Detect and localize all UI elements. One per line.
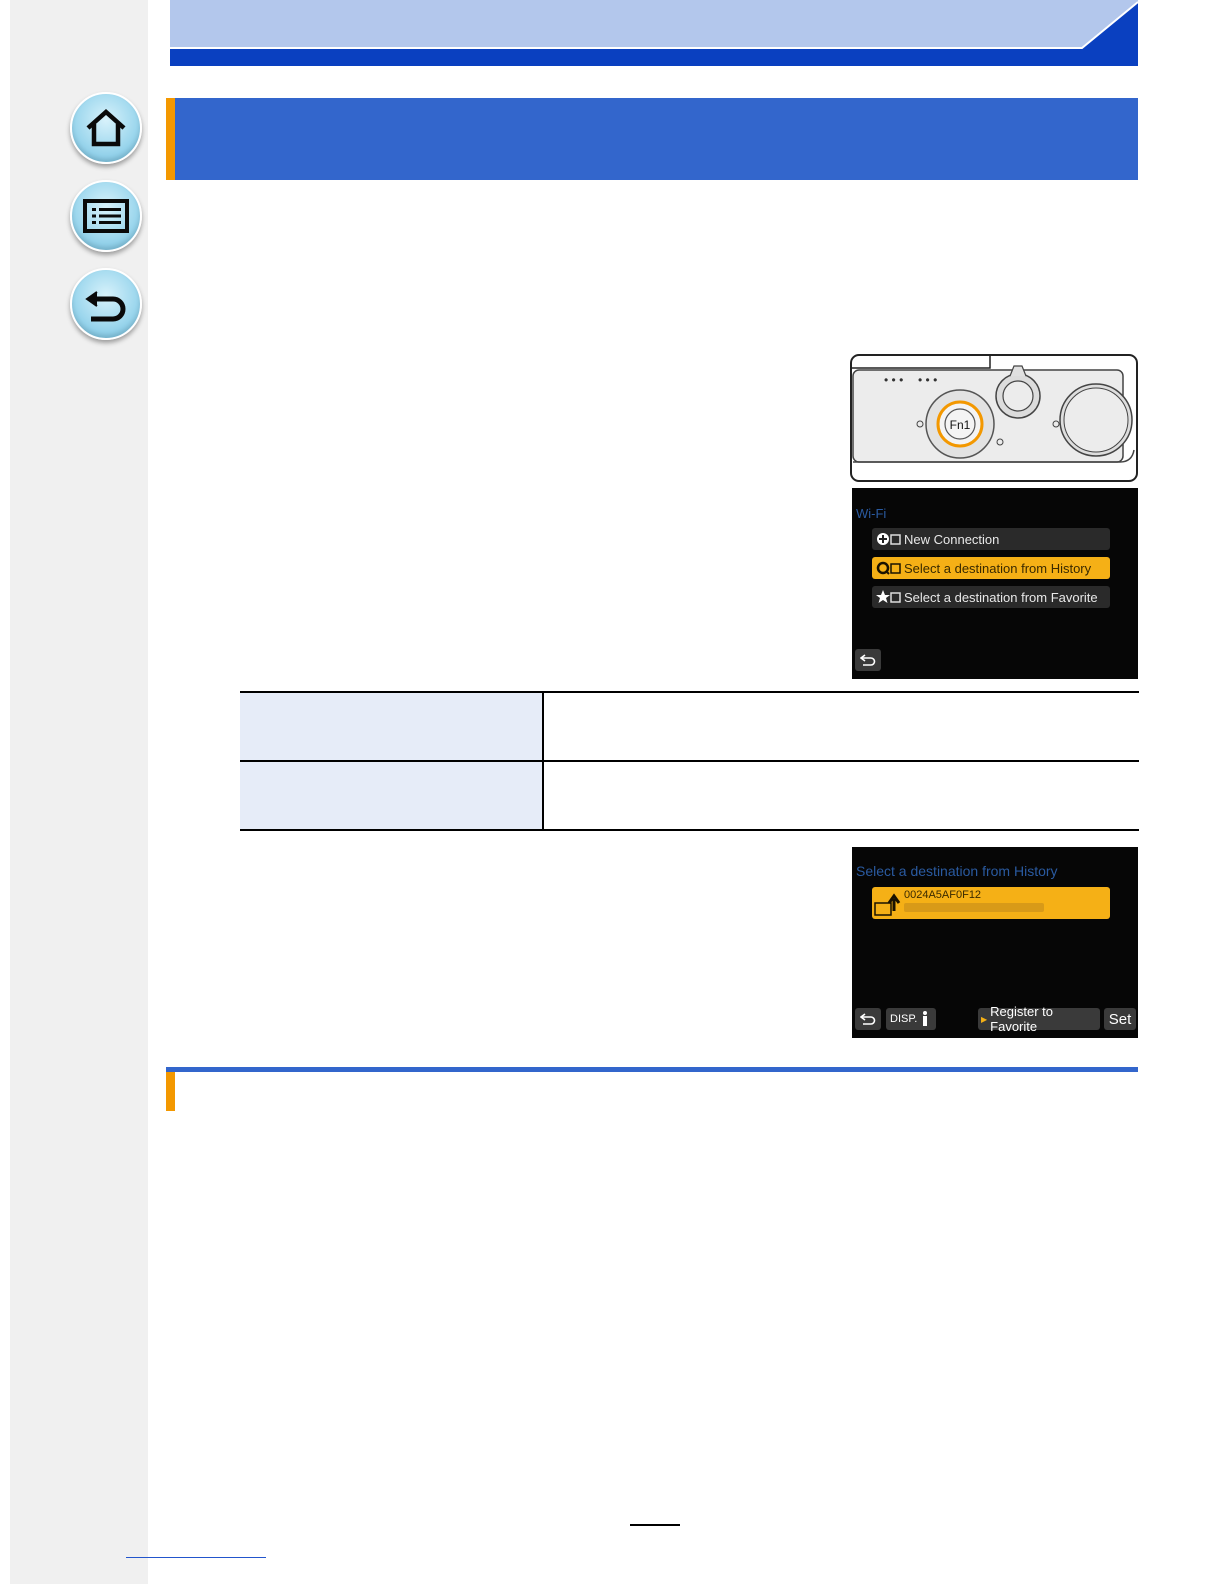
svg-text:• • •: • • • xyxy=(918,373,937,387)
menu-item-label: Select a destination from Favorite xyxy=(904,589,1098,605)
home-icon xyxy=(86,108,126,147)
return-arrow-icon xyxy=(860,654,876,666)
disp-info-button[interactable]: DISP. xyxy=(886,1008,936,1030)
return-arrow-icon xyxy=(860,1013,876,1025)
list-icon xyxy=(83,199,129,233)
history-title: Select a destination from History xyxy=(856,863,1058,879)
svg-text:• • •: • • • xyxy=(884,373,903,387)
footer-link-rule xyxy=(126,1557,266,1558)
upload-arrow-icon xyxy=(874,893,901,916)
wifi-menu-title: Wi-Fi xyxy=(856,506,887,521)
history-screen: Select a destination from History 0024A5… xyxy=(852,847,1138,1038)
back-button[interactable] xyxy=(70,268,142,340)
home-button[interactable] xyxy=(70,92,142,164)
history-back-button[interactable] xyxy=(855,1008,881,1030)
camera-illustration: • • • • • • Fn1 xyxy=(850,354,1138,482)
history-entry-detail-blurred xyxy=(904,903,1044,912)
history-entry-name: 0024A5AF0F12 xyxy=(904,889,982,901)
set-label: Set xyxy=(1108,1010,1132,1028)
sub-section-rule xyxy=(166,1067,1138,1072)
fn1-button-label: Fn1 xyxy=(950,418,971,432)
menu-item-favorite[interactable]: Select a destination from Favorite xyxy=(872,586,1110,608)
register-favorite-button[interactable]: ▶ Register to Favorite xyxy=(978,1004,1100,1034)
yellow-triangle-icon: ▶ xyxy=(981,1014,988,1024)
return-arrow-icon xyxy=(85,291,126,322)
table-row xyxy=(240,691,1139,762)
section-accent xyxy=(166,98,175,180)
page-number-rule xyxy=(630,1524,680,1526)
menu-item-new-connection[interactable]: New Connection xyxy=(872,528,1110,550)
option-label xyxy=(240,760,544,831)
star-icon xyxy=(876,590,904,604)
history-icon xyxy=(876,561,904,575)
info-icon xyxy=(923,1011,928,1026)
menu-item-label: Select a destination from History xyxy=(904,560,1092,576)
set-button[interactable]: Set xyxy=(1104,1008,1136,1030)
disp-label: DISP. xyxy=(890,1013,918,1025)
menu-item-label: New Connection xyxy=(904,531,1000,547)
sub-section-header xyxy=(166,1067,1138,1111)
register-favorite-label: Register to Favorite xyxy=(990,1004,1054,1034)
top-banner xyxy=(170,0,1138,66)
option-label xyxy=(240,691,544,762)
options-table xyxy=(240,691,1139,831)
sub-section-accent xyxy=(166,1072,175,1111)
option-description xyxy=(543,691,1139,762)
wifi-menu-screen: Wi-Fi New Connection Select a destinatio… xyxy=(852,488,1138,679)
contents-button[interactable] xyxy=(70,180,142,252)
menu-item-history[interactable]: Select a destination from History xyxy=(872,557,1110,579)
plus-icon xyxy=(876,532,904,546)
wifi-menu-back-button[interactable] xyxy=(855,649,881,671)
section-header xyxy=(166,98,1138,180)
option-description xyxy=(543,760,1139,831)
history-entry[interactable]: 0024A5AF0F12 xyxy=(872,887,1110,919)
table-row xyxy=(240,760,1139,831)
